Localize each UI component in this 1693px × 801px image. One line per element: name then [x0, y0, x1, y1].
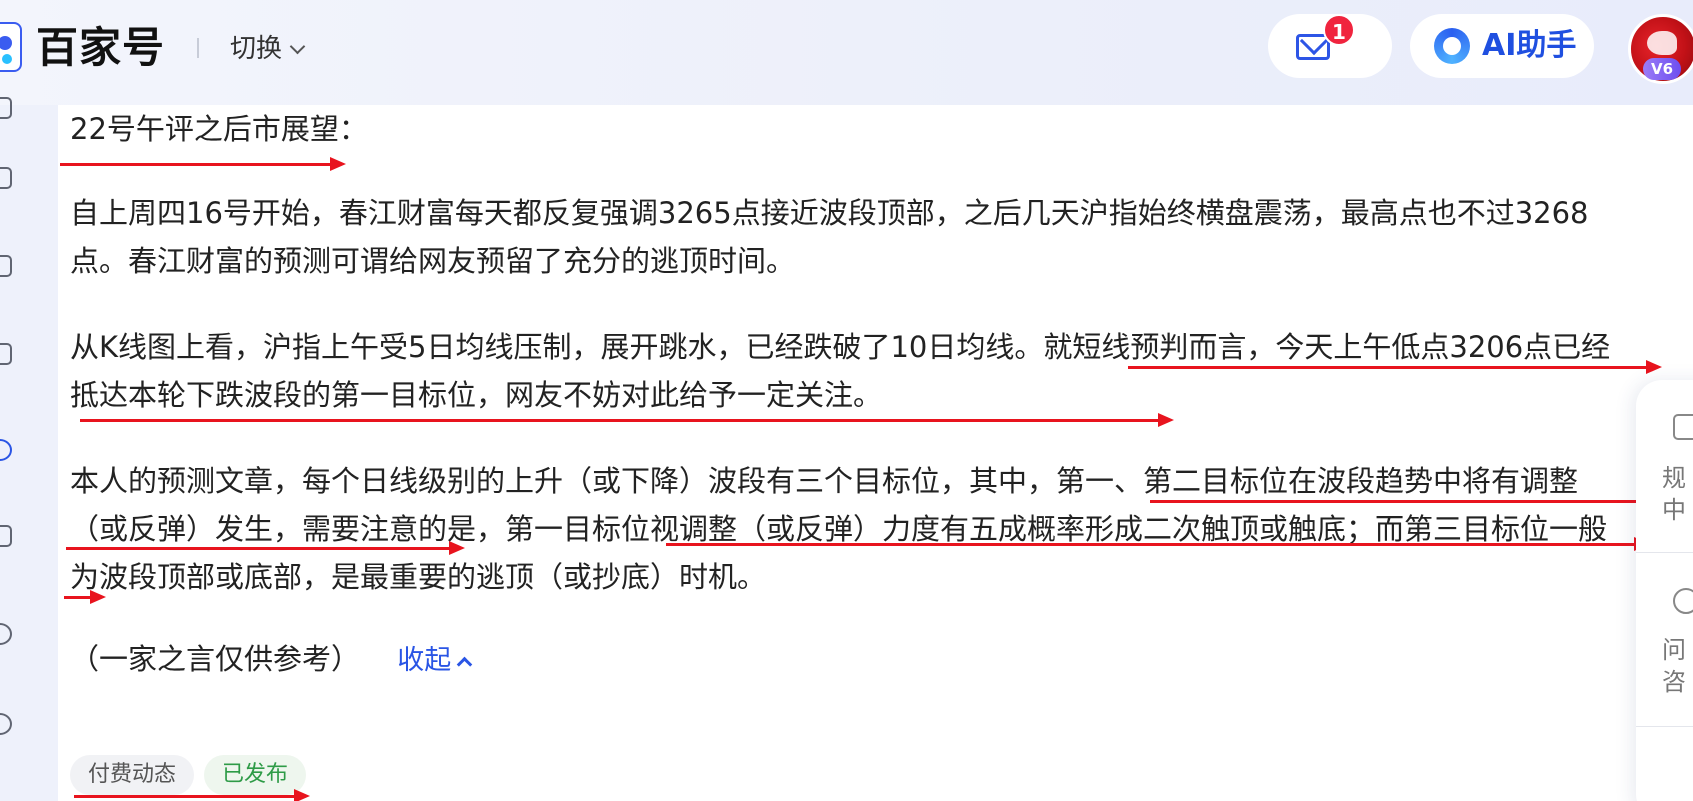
chevron-down-icon	[289, 38, 306, 54]
messages-button[interactable]: 1	[1268, 14, 1392, 78]
paid-post-tag: 付费动态	[70, 755, 195, 795]
vip-level-badge: V6	[1643, 58, 1681, 80]
ai-assistant-button[interactable]: AI助手	[1410, 14, 1594, 78]
ai-assistant-icon	[1434, 28, 1470, 64]
ai-assistant-label: AI助手	[1482, 28, 1577, 63]
sidebar-user-icon[interactable]	[0, 713, 12, 735]
status-tags: 付费动态 已发布	[70, 755, 307, 795]
article-content: 22号午评之后市展望： 自上周四16号开始，春江财富每天都反复强调3265点接近…	[58, 105, 1693, 801]
panel-divider	[1636, 552, 1693, 553]
annotation-arrow	[64, 590, 106, 604]
help-label-1[interactable]: 问	[1662, 634, 1686, 666]
unread-badge: 1	[1323, 14, 1355, 46]
article-title: 22号午评之后市展望：	[70, 112, 368, 146]
disclaimer-line: （一家之言仅供参考） 收起	[70, 635, 1630, 685]
annotation-arrow	[666, 537, 1650, 551]
sidebar-fans-icon[interactable]	[0, 525, 12, 547]
annotation-arrow	[66, 541, 465, 555]
disclaimer-text: （一家之言仅供参考）	[70, 642, 361, 676]
right-float-panel: 规 中 问 咨	[1636, 380, 1693, 801]
collapse-label: 收起	[397, 645, 452, 676]
article-paragraph-2: 从K线图上看，沪指上午受5日均线压制，展开跳水，已经跌破了10日均线。就短线预判…	[70, 330, 1611, 412]
rules-center-label-2[interactable]: 中	[1662, 494, 1686, 526]
help-question-icon[interactable]	[1673, 588, 1693, 614]
article-paragraph-3: 本人的预测文章，每个日线级别的上升（或下降）波段有三个目标位，其中，第一、第二目…	[70, 464, 1608, 594]
close-icon[interactable]	[1673, 760, 1693, 786]
published-tag: 已发布	[204, 755, 307, 795]
annotation-arrow	[1150, 494, 1654, 508]
brand-name[interactable]: 百家号	[36, 24, 165, 72]
switch-account-button[interactable]: 切换	[230, 32, 306, 66]
header-divider	[197, 38, 199, 58]
collapse-link[interactable]: 收起	[397, 645, 473, 676]
sidebar-trend-icon[interactable]	[0, 343, 12, 365]
panel-divider	[1636, 726, 1693, 727]
sidebar-service-icon[interactable]	[0, 623, 12, 645]
help-label-2[interactable]: 咨	[1662, 666, 1686, 698]
annotation-arrow	[1128, 360, 1662, 374]
sidebar-content-icon[interactable]	[0, 167, 12, 189]
left-sidebar	[0, 97, 58, 801]
sidebar-publish-icon[interactable]	[0, 255, 12, 277]
annotation-arrow	[80, 413, 1174, 427]
top-header: 百家号 切换 1 AI助手 V6	[0, 0, 1693, 105]
annotation-arrow	[74, 789, 310, 801]
switch-label: 切换	[230, 34, 283, 64]
sidebar-income-icon[interactable]	[0, 439, 12, 461]
annotation-arrow	[60, 157, 346, 171]
article-paragraph-1: 自上周四16号开始，春江财富每天都反复强调3265点接近波段顶部，之后几天沪指始…	[70, 196, 1589, 278]
rules-center-icon[interactable]	[1673, 414, 1693, 440]
sidebar-home-icon[interactable]	[0, 97, 12, 119]
chevron-up-icon	[456, 656, 473, 673]
rules-center-label-1[interactable]: 规	[1662, 462, 1686, 494]
baijiahao-logo-icon[interactable]	[0, 22, 22, 72]
